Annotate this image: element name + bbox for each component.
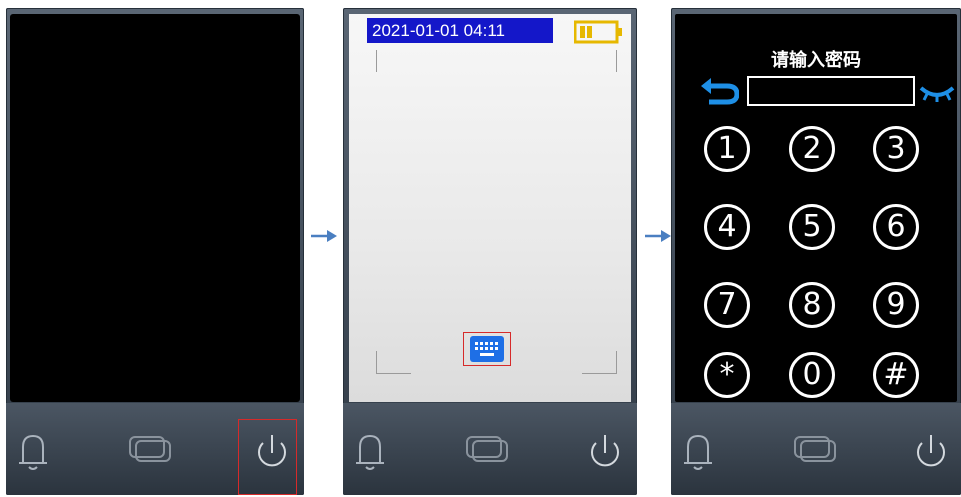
key-5[interactable]: 5: [789, 204, 835, 250]
frame-corner: [594, 50, 617, 72]
key-7[interactable]: 7: [704, 282, 750, 328]
back-arrow-icon[interactable]: [699, 78, 740, 111]
bottom-bar: [671, 403, 961, 495]
key-4[interactable]: 4: [704, 204, 750, 250]
frame-corner: [376, 351, 411, 374]
power-icon[interactable]: [587, 433, 623, 471]
bell-icon[interactable]: [353, 433, 387, 471]
eye-closed-icon[interactable]: [919, 86, 955, 107]
flow-arrow-icon: [311, 229, 337, 248]
battery-low-icon: [573, 20, 624, 49]
home-icon[interactable]: [793, 433, 837, 463]
key-star[interactable]: *: [704, 352, 750, 398]
home-icon[interactable]: [465, 433, 509, 463]
frame-corner: [582, 351, 617, 374]
password-input[interactable]: [747, 76, 915, 106]
camera-screen: 2021-01-01 04:11: [349, 14, 631, 402]
key-0[interactable]: 0: [789, 352, 835, 398]
keyboard-icon: [470, 336, 504, 362]
power-button-highlight: [238, 419, 297, 495]
key-9[interactable]: 9: [873, 282, 919, 328]
key-hash[interactable]: #: [873, 352, 919, 398]
frame-corner: [376, 50, 399, 72]
key-8[interactable]: 8: [789, 282, 835, 328]
flow-arrow-icon: [645, 229, 671, 248]
key-6[interactable]: 6: [873, 204, 919, 250]
keyboard-button[interactable]: [463, 332, 511, 366]
key-2[interactable]: 2: [789, 126, 835, 172]
password-title: 请输入密码: [771, 50, 861, 71]
bell-icon[interactable]: [16, 433, 50, 471]
bell-icon[interactable]: [681, 433, 715, 471]
blank-screen: [10, 14, 300, 402]
bottom-bar: [343, 403, 637, 495]
datetime-label: 2021-01-01 04:11: [367, 18, 553, 43]
power-icon[interactable]: [913, 433, 949, 471]
key-1[interactable]: 1: [704, 126, 750, 172]
password-screen: 请输入密码 1 2 3 4 5 6 7 8 9 * 0 #: [675, 14, 957, 402]
device-panel-3: 请输入密码 1 2 3 4 5 6 7 8 9 * 0 #: [671, 8, 961, 495]
device-panel-2: 2021-01-01 04:11: [343, 8, 637, 495]
home-icon[interactable]: [128, 433, 172, 463]
key-3[interactable]: 3: [873, 126, 919, 172]
